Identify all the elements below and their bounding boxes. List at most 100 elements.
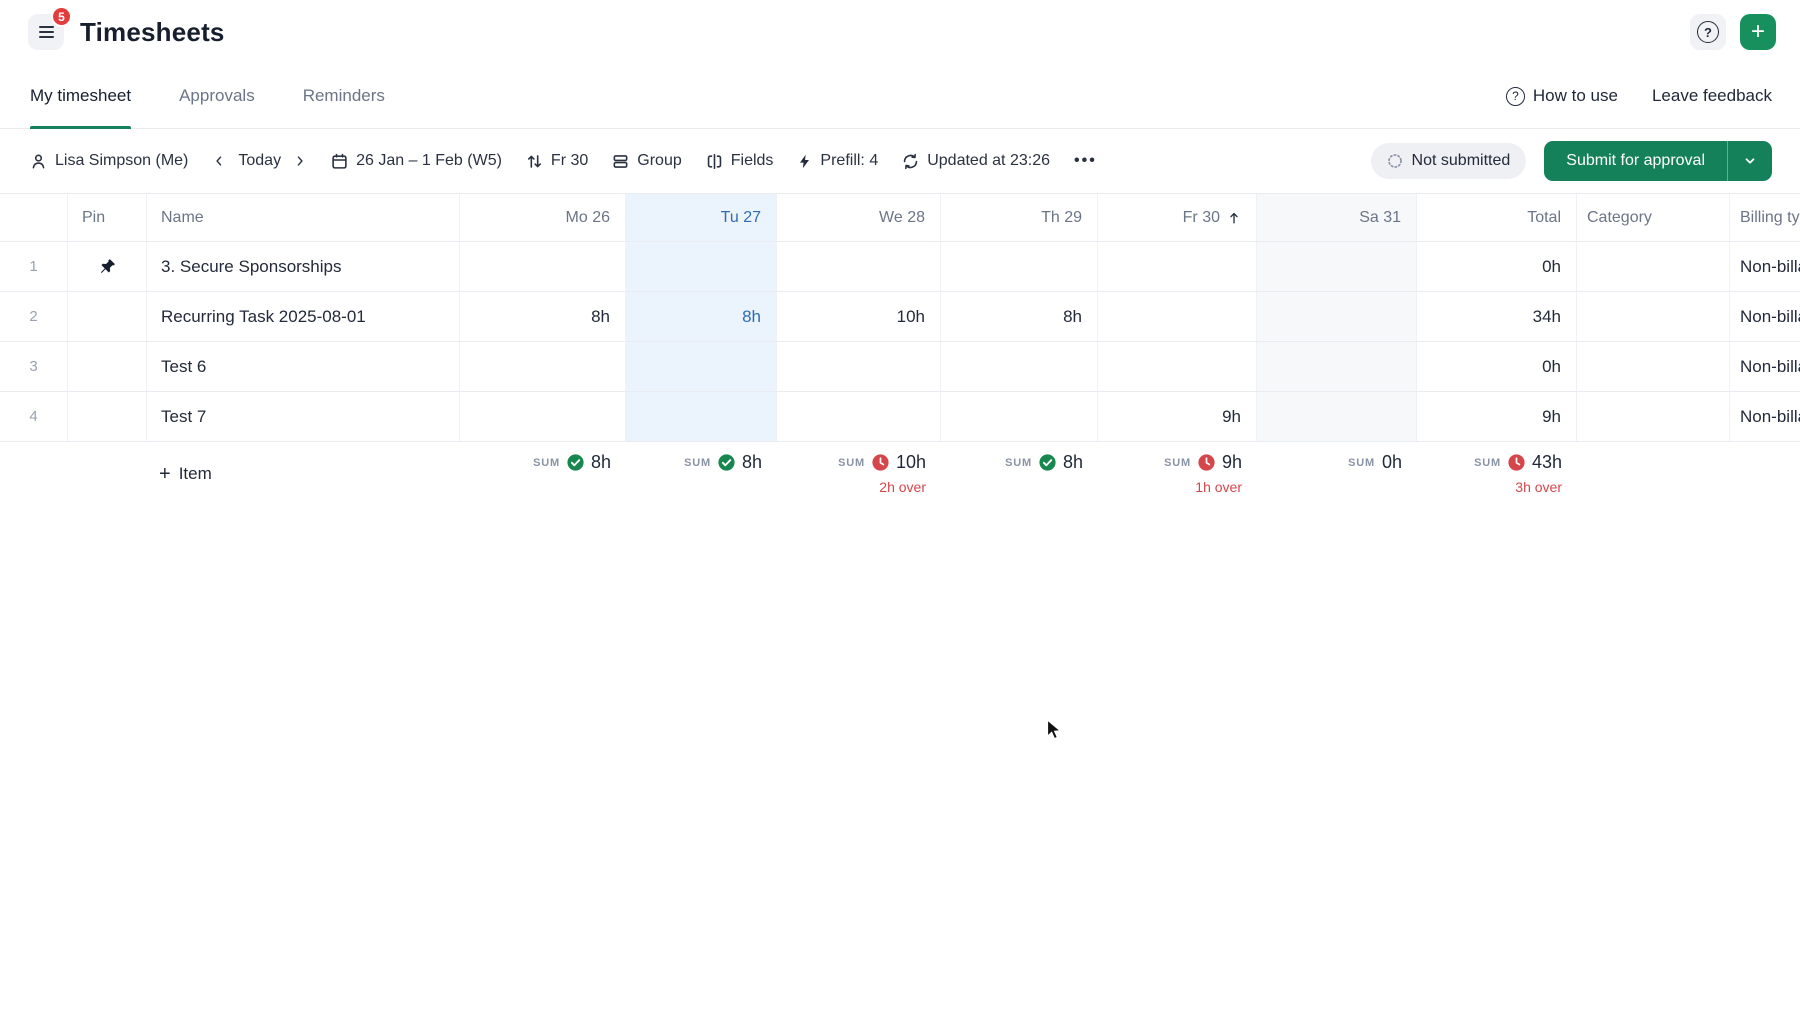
billing-cell[interactable]: Non-billa — [1730, 342, 1800, 391]
day-cell-fr[interactable]: 9h — [1098, 392, 1257, 441]
category-cell[interactable] — [1577, 242, 1730, 291]
day-cell-sa[interactable] — [1257, 392, 1417, 441]
day-cell-th[interactable] — [941, 242, 1098, 291]
refresh-status[interactable]: Updated at 23:26 — [902, 152, 1050, 170]
clock-circle-icon — [872, 454, 889, 471]
dotted-circle-icon — [1387, 153, 1403, 169]
header-mo[interactable]: Mo 26 — [460, 194, 626, 241]
day-cell-tu[interactable] — [626, 342, 777, 391]
day-cell-th[interactable]: 8h — [941, 292, 1098, 341]
total-cell: 0h — [1417, 342, 1577, 391]
fields-control[interactable]: Fields — [706, 152, 774, 170]
billing-cell[interactable]: Non-billa — [1730, 392, 1800, 441]
day-cell-we[interactable]: 10h — [777, 292, 941, 341]
pin-cell[interactable] — [68, 242, 147, 291]
sort-control[interactable]: Fr 30 — [526, 152, 588, 170]
day-cell-th[interactable] — [941, 342, 1098, 391]
header-rownum — [0, 194, 68, 241]
plus-icon: + — [159, 464, 171, 484]
check-circle-icon — [567, 454, 584, 471]
header-sa[interactable]: Sa 31 — [1257, 194, 1417, 241]
day-cell-mo[interactable] — [460, 392, 626, 441]
day-cell-tu[interactable] — [626, 242, 777, 291]
help-button[interactable]: ? — [1690, 14, 1726, 50]
ellipsis-icon: ••• — [1074, 152, 1097, 170]
clock-circle-icon — [1508, 454, 1525, 471]
name-cell[interactable]: Test 6 — [147, 342, 460, 391]
table-row: 3 Test 6 0h Non-billa — [0, 342, 1800, 392]
calendar-icon — [331, 153, 348, 170]
tab-reminders[interactable]: Reminders — [303, 64, 385, 128]
total-cell: 9h — [1417, 392, 1577, 441]
header-total[interactable]: Total — [1417, 194, 1577, 241]
day-cell-mo[interactable]: 8h — [460, 292, 626, 341]
day-cell-we[interactable] — [777, 342, 941, 391]
today-button[interactable]: Today — [238, 152, 281, 170]
category-cell[interactable] — [1577, 342, 1730, 391]
day-cell-tu[interactable]: 8h — [626, 292, 777, 341]
day-cell-tu[interactable] — [626, 392, 777, 441]
add-item-button[interactable]: + Item — [147, 452, 212, 484]
header-name[interactable]: Name — [147, 194, 460, 241]
day-cell-sa[interactable] — [1257, 342, 1417, 391]
header-category[interactable]: Category — [1577, 194, 1730, 241]
header-fr[interactable]: Fr 30 — [1098, 194, 1257, 241]
more-options-button[interactable]: ••• — [1074, 152, 1097, 170]
category-cell[interactable] — [1577, 392, 1730, 441]
tab-bar: My timesheet Approvals Reminders ? How t… — [0, 64, 1800, 129]
add-button[interactable]: + — [1740, 14, 1776, 50]
header-th[interactable]: Th 29 — [941, 194, 1098, 241]
main-menu-button[interactable]: 5 — [28, 14, 64, 50]
prefill-control[interactable]: Prefill: 4 — [797, 152, 878, 170]
pin-cell[interactable] — [68, 292, 147, 341]
day-cell-mo[interactable] — [460, 342, 626, 391]
day-cell-fr[interactable] — [1098, 342, 1257, 391]
day-cell-mo[interactable] — [460, 242, 626, 291]
submit-dropdown-button[interactable] — [1728, 141, 1772, 181]
name-cell[interactable]: Recurring Task 2025-08-01 — [147, 292, 460, 341]
tab-approvals[interactable]: Approvals — [179, 64, 255, 128]
tab-my-timesheet[interactable]: My timesheet — [30, 64, 131, 128]
table-row: 1 3. Secure Sponsorships 0h Non-billa — [0, 242, 1800, 292]
clock-circle-icon — [1198, 454, 1215, 471]
table-footer: + Item SUM 8h SUM 8h SUM 10h — [0, 442, 1800, 522]
previous-period-button[interactable] — [212, 154, 226, 168]
lightning-icon — [797, 154, 812, 169]
date-range-selector[interactable]: 26 Jan – 1 Feb (W5) — [331, 152, 502, 170]
next-period-button[interactable] — [293, 154, 307, 168]
day-cell-we[interactable] — [777, 392, 941, 441]
day-cell-th[interactable] — [941, 392, 1098, 441]
billing-cell[interactable]: Non-billa — [1730, 292, 1800, 341]
category-cell[interactable] — [1577, 292, 1730, 341]
total-cell: 34h — [1417, 292, 1577, 341]
group-control[interactable]: Group — [612, 152, 681, 170]
day-cell-fr[interactable] — [1098, 292, 1257, 341]
fields-icon — [706, 153, 723, 170]
name-cell[interactable]: 3. Secure Sponsorships — [147, 242, 460, 291]
group-icon — [612, 153, 629, 170]
sum-th: SUM 8h — [941, 442, 1098, 522]
table-row: 4 Test 7 9h 9h Non-billa — [0, 392, 1800, 442]
name-cell[interactable]: Test 7 — [147, 392, 460, 441]
toolbar: Lisa Simpson (Me) Today 26 Jan – 1 Feb (… — [0, 129, 1800, 193]
billing-cell[interactable]: Non-billa — [1730, 242, 1800, 291]
day-cell-fr[interactable] — [1098, 242, 1257, 291]
day-cell-sa[interactable] — [1257, 242, 1417, 291]
header-pin[interactable]: Pin — [68, 194, 147, 241]
header-tu[interactable]: Tu 27 — [626, 194, 777, 241]
pin-cell[interactable] — [68, 342, 147, 391]
how-to-use-link[interactable]: ? How to use — [1506, 86, 1618, 106]
header-we[interactable]: We 28 — [777, 194, 941, 241]
sum-we: SUM 10h 2h over — [777, 442, 941, 522]
sum-total: SUM 43h 3h over — [1417, 442, 1577, 522]
day-cell-sa[interactable] — [1257, 292, 1417, 341]
pin-cell[interactable] — [68, 392, 147, 441]
mouse-cursor — [1046, 719, 1068, 743]
table-header: Pin Name Mo 26 Tu 27 We 28 Th 29 Fr 30 S… — [0, 193, 1800, 242]
user-selector[interactable]: Lisa Simpson (Me) — [30, 152, 188, 170]
day-cell-we[interactable] — [777, 242, 941, 291]
leave-feedback-link[interactable]: Leave feedback — [1652, 86, 1772, 106]
submit-for-approval-button[interactable]: Submit for approval — [1544, 141, 1772, 181]
header-billing-type[interactable]: Billing ty — [1730, 194, 1800, 241]
status-badge[interactable]: Not submitted — [1371, 143, 1527, 179]
